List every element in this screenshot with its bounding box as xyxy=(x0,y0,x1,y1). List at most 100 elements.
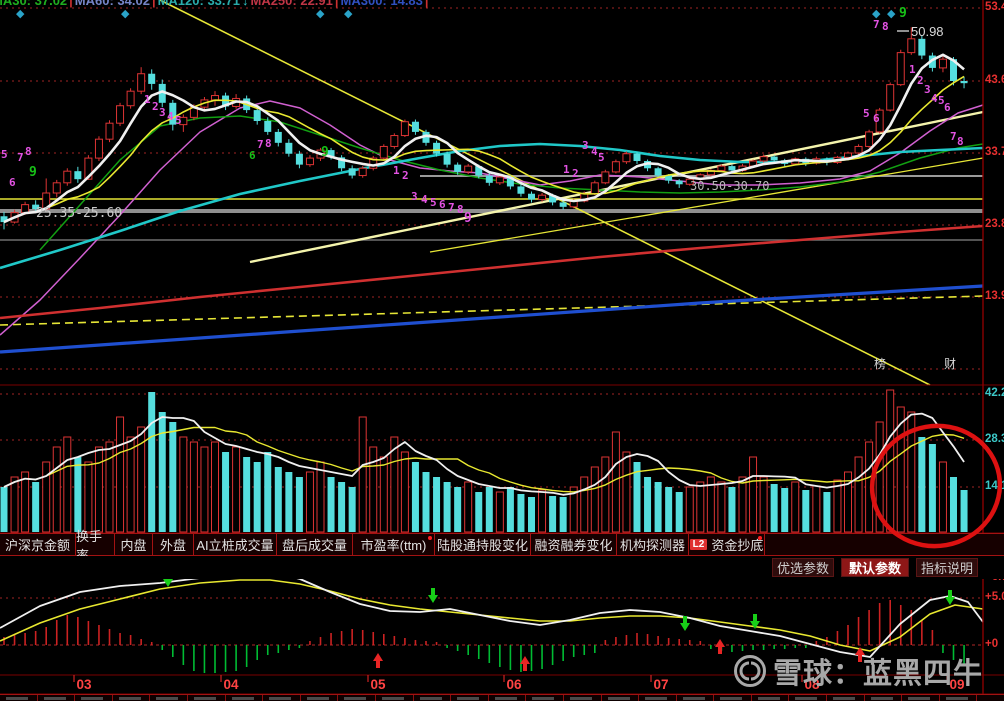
bottom-strip-cell[interactable] xyxy=(150,695,188,701)
count-digit-marker: 7 xyxy=(17,151,24,164)
event-diamond-icon: ◆ xyxy=(121,8,130,20)
bottom-strip-cell[interactable] xyxy=(865,695,903,701)
bottom-strip-cell[interactable] xyxy=(752,695,790,701)
ma-separator: | xyxy=(69,0,73,8)
price-axis-label: 13.9 xyxy=(985,290,1004,302)
tab-label: 融资融券变化 xyxy=(534,538,613,553)
ma-separator: | xyxy=(334,0,339,8)
parameter-button-row: 优选参数 默认参数 指标说明 xyxy=(0,556,1004,579)
bottom-strip-cell[interactable] xyxy=(263,695,301,701)
count-digit-marker: 7 xyxy=(950,130,957,143)
bottom-strip-cell[interactable] xyxy=(564,695,602,701)
button-优选参数[interactable]: 优选参数 xyxy=(772,558,834,577)
event-diamond-icon: ◆ xyxy=(887,8,896,20)
tab-融资融券变化[interactable]: 融资融券变化 xyxy=(531,534,617,555)
tab-陆股通持股变化[interactable]: 陆股通持股变化 xyxy=(435,534,531,555)
bottom-strip-cell[interactable] xyxy=(602,695,640,701)
bottom-strip-cell[interactable] xyxy=(902,695,940,701)
ma-value-row: MA30: 37.02|MA60: 34.02|MA120: 33.71↓MA2… xyxy=(0,0,431,8)
bottom-strip-cell[interactable] xyxy=(188,695,226,701)
indicator-axis-label: +0 xyxy=(985,638,999,650)
event-diamond-icon: ◆ xyxy=(344,8,353,20)
tab-沪深京金额[interactable]: 沪深京金额 xyxy=(0,534,76,555)
tab-label: 盘后成交量 xyxy=(281,538,347,553)
month-axis-label: 03 xyxy=(76,677,92,692)
ma-separator: ↓ xyxy=(241,0,249,8)
bottom-strip-cell[interactable] xyxy=(714,695,752,701)
bottom-strip-cell[interactable] xyxy=(376,695,414,701)
bottom-strip-cell[interactable] xyxy=(113,695,151,701)
count-digit-marker: 3 xyxy=(411,190,418,203)
count-digit-marker: 9 xyxy=(899,6,907,21)
count-digit-marker: 6 xyxy=(9,176,16,189)
count-digit-marker: 6 xyxy=(439,198,446,211)
tab-外盘[interactable]: 外盘 xyxy=(153,534,194,555)
tab-label: 机构探测器 xyxy=(619,538,685,553)
tab-机构探测器[interactable]: 机构探测器 xyxy=(617,534,689,555)
bottom-strip-cell[interactable] xyxy=(526,695,564,701)
ma-label: MA300: 14.83 xyxy=(340,0,423,8)
count-digit-marker: 2 xyxy=(402,169,409,182)
tab-label: 外盘 xyxy=(159,538,186,553)
tab-市盈率(ttm)[interactable]: 市盈率(ttm) xyxy=(353,534,435,555)
count-digit-marker: 8 xyxy=(457,203,464,216)
stock-chart-app: MA30: 37.02|MA60: 34.02|MA120: 33.71↓MA2… xyxy=(0,0,1004,701)
tab-换手率[interactable]: 换手率 xyxy=(76,529,115,563)
event-diamond-icon: ◆ xyxy=(16,8,25,20)
bottom-strip-cell[interactable] xyxy=(940,695,978,701)
bottom-strip-cell[interactable] xyxy=(414,695,452,701)
bottom-strip-cell[interactable] xyxy=(226,695,264,701)
count-digit-marker: 8 xyxy=(957,135,964,148)
price-axis-label: 23.8 xyxy=(985,218,1004,230)
count-digit-marker: 2 xyxy=(152,100,159,113)
bottom-strip-cell[interactable] xyxy=(789,695,828,701)
bottom-strip-cell[interactable] xyxy=(639,695,677,701)
bottom-strip-cell[interactable] xyxy=(338,695,376,701)
watermark: 雪球：蓝黑四牛 xyxy=(733,650,983,692)
month-axis-label: 07 xyxy=(653,677,669,692)
count-digit-marker: 1 xyxy=(144,93,151,106)
tab-AI立桩成交量[interactable]: AI立桩成交量 xyxy=(194,534,277,555)
tab-资金抄底[interactable]: L2 资金抄底 xyxy=(689,534,765,555)
bottom-strip-cell[interactable] xyxy=(451,695,489,701)
bottom-strip-cell[interactable] xyxy=(301,695,339,701)
ma-label: MA120: 33.71 xyxy=(157,0,240,8)
bottom-strip-cell[interactable] xyxy=(489,695,527,701)
bottom-strip-cell[interactable] xyxy=(0,695,38,701)
count-digit-marker: 1 xyxy=(563,163,570,176)
count-digit-marker: 8 xyxy=(882,20,889,33)
bottom-strip-cell[interactable] xyxy=(75,695,113,701)
indicator-tab-bar: 沪深京金额 换手率 内盘 外盘 AI立桩成交量 盘后成交量 市盈率(ttm) 陆股通持股变化融… xyxy=(0,529,1004,563)
count-digit-marker: 3 xyxy=(159,106,166,119)
bottom-strip-cell[interactable] xyxy=(38,695,76,701)
price-axis-label: 53.4 xyxy=(985,1,1004,13)
bottom-strip-cell[interactable] xyxy=(677,695,715,701)
volume-axis-label: 14.1 xyxy=(985,480,1004,492)
tab-label: 沪深京金额 xyxy=(4,538,70,553)
tab-label: 陆股通持股变化 xyxy=(436,538,528,553)
bottom-strip-cell[interactable] xyxy=(827,695,865,701)
tab-内盘[interactable]: 内盘 xyxy=(115,534,153,555)
new-indicator-dot xyxy=(428,536,432,540)
tab-盘后成交量[interactable]: 盘后成交量 xyxy=(277,534,353,555)
count-digit-marker: 2 xyxy=(572,167,579,180)
count-digit-marker: 9 xyxy=(29,165,37,180)
event-marker-bang[interactable]: 榜 xyxy=(874,355,886,372)
button-指标说明[interactable]: 指标说明 xyxy=(916,558,978,577)
watermark-text: 雪球：蓝黑四牛 xyxy=(773,658,984,690)
count-digit-marker: 2 xyxy=(917,74,924,87)
ma-label: MA60: 34.02 xyxy=(74,0,150,8)
count-digit-marker: 5 xyxy=(863,107,870,120)
count-digit-marker: 7 xyxy=(873,18,880,31)
xueqiu-logo-icon xyxy=(734,655,766,687)
ma-separator: | xyxy=(151,0,156,8)
count-digit-marker: 4 xyxy=(591,145,598,158)
count-digit-marker: 4 xyxy=(167,110,174,123)
event-marker-cai[interactable]: 财 xyxy=(944,355,956,372)
count-digit-marker: 5 xyxy=(175,114,182,127)
button-默认参数[interactable]: 默认参数 xyxy=(841,558,909,577)
month-axis-label: 06 xyxy=(506,677,522,692)
count-digit-marker: 5 xyxy=(1,148,8,161)
count-digit-marker: 8 xyxy=(265,137,272,150)
peak-price-label: 50.98 xyxy=(911,24,944,39)
